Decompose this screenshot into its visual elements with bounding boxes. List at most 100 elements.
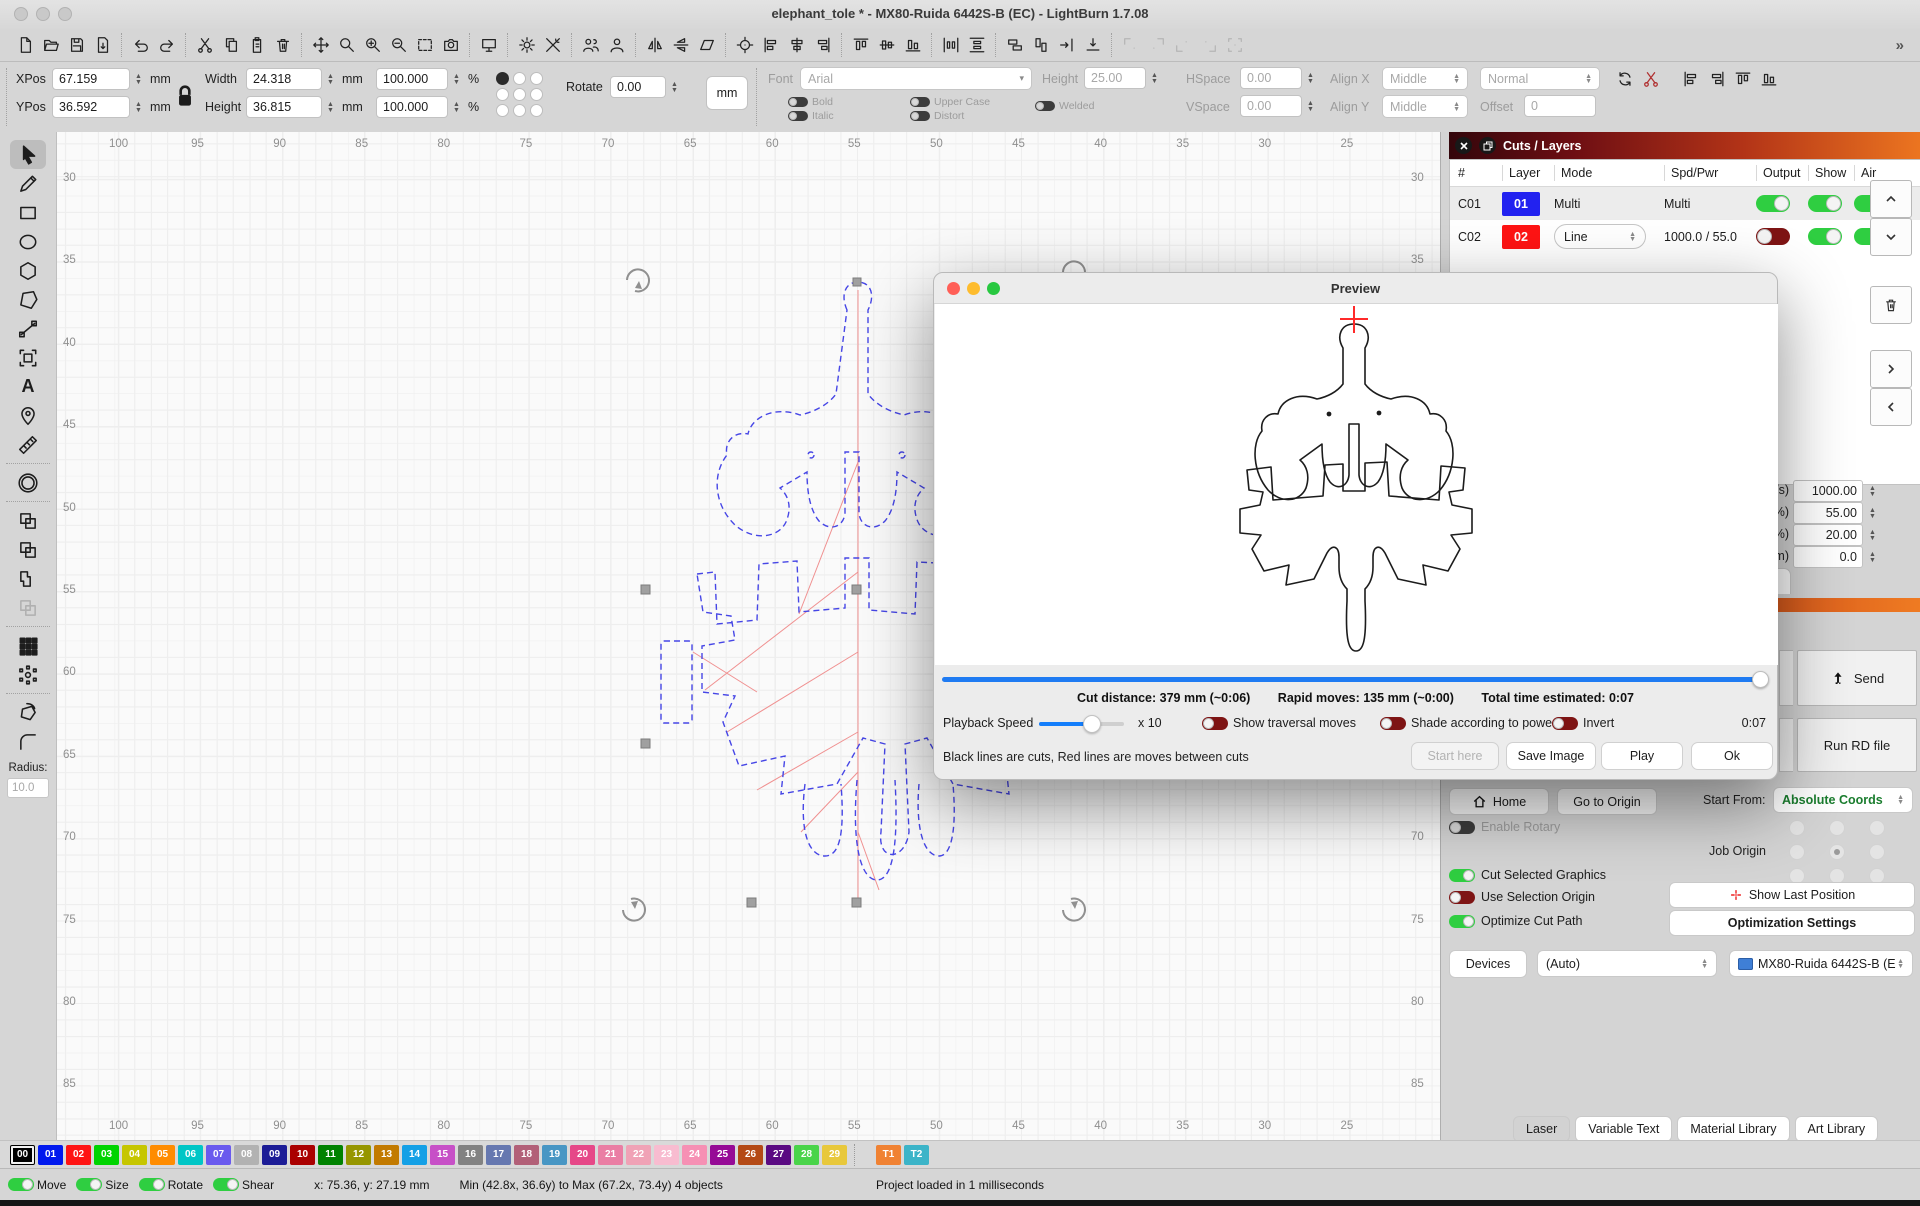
optimization-settings-button[interactable]: Optimization Settings xyxy=(1669,910,1915,936)
shape-tool[interactable] xyxy=(10,285,46,314)
flip-horizontal-icon[interactable] xyxy=(642,33,667,57)
user-icon[interactable] xyxy=(604,33,629,57)
toolbar-overflow-icon[interactable]: » xyxy=(1896,37,1914,54)
bool-difference-tool[interactable] xyxy=(10,564,46,593)
bold-toggle[interactable]: Bold xyxy=(788,96,833,108)
enable-rotary-toggle[interactable]: Enable Rotary xyxy=(1449,820,1560,834)
grid-array-tool[interactable] xyxy=(10,631,46,660)
close-panel-icon[interactable] xyxy=(1455,137,1472,154)
cut-setting-input[interactable]: 55.00 xyxy=(1793,502,1863,524)
palette-swatch-20[interactable]: 20 xyxy=(570,1145,595,1165)
play-button[interactable]: Play xyxy=(1601,742,1683,770)
palette-swatch-13[interactable]: 13 xyxy=(374,1145,399,1165)
swap-v-icon[interactable] xyxy=(1028,33,1053,57)
sync-icon[interactable] xyxy=(1612,67,1637,91)
palette-swatch-T2[interactable]: T2 xyxy=(904,1145,929,1165)
xpos-input[interactable]: 67.159 xyxy=(52,68,130,90)
cuts-layers-titlebar[interactable]: Cuts / Layers xyxy=(1449,132,1920,159)
rotate-toggle[interactable]: Rotate xyxy=(139,1178,203,1192)
preview-toggle[interactable]: Show traversal moves xyxy=(1202,716,1356,730)
align-bottom-icon[interactable] xyxy=(900,33,925,57)
ypos-input[interactable]: 36.592 xyxy=(52,96,130,118)
circular-array-tool[interactable] xyxy=(10,660,46,689)
device-tools-icon[interactable] xyxy=(540,33,565,57)
size-toggle[interactable]: Size xyxy=(76,1178,128,1192)
palette-swatch-05[interactable]: 05 xyxy=(150,1145,175,1165)
vspace-stepper[interactable]: ▲▼ xyxy=(1303,95,1318,118)
zoom-out-icon[interactable] xyxy=(386,33,411,57)
palette-swatch-26[interactable]: 26 xyxy=(738,1145,763,1165)
cut-setting-stepper[interactable]: ▲▼ xyxy=(1865,524,1880,547)
align-left-icon[interactable] xyxy=(1678,67,1703,91)
dialog-close-icon[interactable] xyxy=(947,282,960,295)
cut-icon[interactable] xyxy=(192,33,217,57)
cut-setting-stepper[interactable]: ▲▼ xyxy=(1865,546,1880,569)
align-right-icon[interactable] xyxy=(1704,67,1729,91)
cut-setting-stepper[interactable]: ▲▼ xyxy=(1865,502,1880,525)
palette-swatch-24[interactable]: 24 xyxy=(682,1145,707,1165)
align-center-h-icon[interactable] xyxy=(784,33,809,57)
ellipse-tool[interactable] xyxy=(10,227,46,256)
palette-swatch-22[interactable]: 22 xyxy=(626,1145,651,1165)
paste-icon[interactable] xyxy=(244,33,269,57)
align-top-icon[interactable] xyxy=(848,33,873,57)
delete-icon[interactable] xyxy=(270,33,295,57)
position-pin-tool[interactable] xyxy=(10,401,46,430)
palette-swatch-17[interactable]: 17 xyxy=(486,1145,511,1165)
width-percent-input[interactable]: 100.000 xyxy=(376,68,448,90)
layer-output-toggle[interactable] xyxy=(1756,195,1790,212)
select-rect-icon[interactable] xyxy=(412,33,437,57)
pos-top-right-icon[interactable] xyxy=(1144,33,1169,57)
cut-setting-input[interactable]: 1000.00 xyxy=(1793,480,1863,502)
show-last-position-button[interactable]: Show Last Position xyxy=(1669,882,1915,908)
layer-output-toggle[interactable] xyxy=(1756,228,1790,245)
palette-swatch-06[interactable]: 06 xyxy=(178,1145,203,1165)
ypos-stepper[interactable]: ▲▼ xyxy=(131,96,146,119)
distort-toggle[interactable]: Distort xyxy=(910,110,964,122)
preview-toggle[interactable]: Invert xyxy=(1552,716,1614,730)
layer-color-chip[interactable]: 02 xyxy=(1502,225,1540,249)
multi-user-icon[interactable] xyxy=(578,33,603,57)
focus-center-icon[interactable] xyxy=(732,33,757,57)
palette-swatch-04[interactable]: 04 xyxy=(122,1145,147,1165)
pos-bottom-left-icon[interactable] xyxy=(1170,33,1195,57)
edit-frame-tool[interactable] xyxy=(10,343,46,372)
dialog-zoom-icon[interactable] xyxy=(987,282,1000,295)
font-height-stepper[interactable]: ▲▼ xyxy=(1147,67,1162,90)
use-selection-origin-toggle[interactable]: Use Selection Origin xyxy=(1449,890,1595,904)
trim-icon[interactable] xyxy=(1638,67,1663,91)
anchor-grid[interactable] xyxy=(496,72,544,117)
height-input[interactable]: 36.815 xyxy=(246,96,322,118)
pos-bottom-right-icon[interactable] xyxy=(1196,33,1221,57)
save-image-button[interactable]: Save Image xyxy=(1506,742,1596,770)
start-from-select[interactable]: Absolute Coords▲▼ xyxy=(1773,787,1913,813)
swap-h-icon[interactable] xyxy=(1002,33,1027,57)
cut-setting-input[interactable]: 0.0 xyxy=(1793,546,1863,568)
palette-swatch-25[interactable]: 25 xyxy=(710,1145,735,1165)
layer-up-button[interactable] xyxy=(1870,180,1912,218)
layer-mode-select[interactable]: Line▲▼ xyxy=(1554,224,1646,249)
palette-swatch-28[interactable]: 28 xyxy=(794,1145,819,1165)
cut-setting-input[interactable]: 20.00 xyxy=(1793,524,1863,546)
new-file-icon[interactable] xyxy=(12,33,37,57)
palette-swatch-00[interactable]: 00 xyxy=(10,1145,35,1165)
radius-input[interactable]: 10.0 xyxy=(7,778,49,798)
go-to-origin-button[interactable]: Go to Origin xyxy=(1557,788,1657,815)
palette-swatch-16[interactable]: 16 xyxy=(458,1145,483,1165)
send-button[interactable]: Send xyxy=(1797,650,1917,706)
palette-swatch-21[interactable]: 21 xyxy=(598,1145,623,1165)
cut-setting-stepper[interactable]: ▲▼ xyxy=(1865,480,1880,503)
job-origin-grid[interactable] xyxy=(1789,820,1887,884)
palette-swatch-03[interactable]: 03 xyxy=(94,1145,119,1165)
palette-swatch-23[interactable]: 23 xyxy=(654,1145,679,1165)
device-select[interactable]: MX80-Ruida 6442S-B (E ▲▼ xyxy=(1729,950,1913,977)
height-percent-input[interactable]: 100.000 xyxy=(376,96,448,118)
panel-prev-button[interactable] xyxy=(1870,388,1912,426)
palette-swatch-15[interactable]: 15 xyxy=(430,1145,455,1165)
push-v-icon[interactable] xyxy=(1080,33,1105,57)
camera-icon[interactable] xyxy=(438,33,463,57)
align-bottom-icon[interactable] xyxy=(1756,67,1781,91)
undo-icon[interactable] xyxy=(128,33,153,57)
palette-swatch-09[interactable]: 09 xyxy=(262,1145,287,1165)
layer-show-toggle[interactable] xyxy=(1808,195,1842,212)
